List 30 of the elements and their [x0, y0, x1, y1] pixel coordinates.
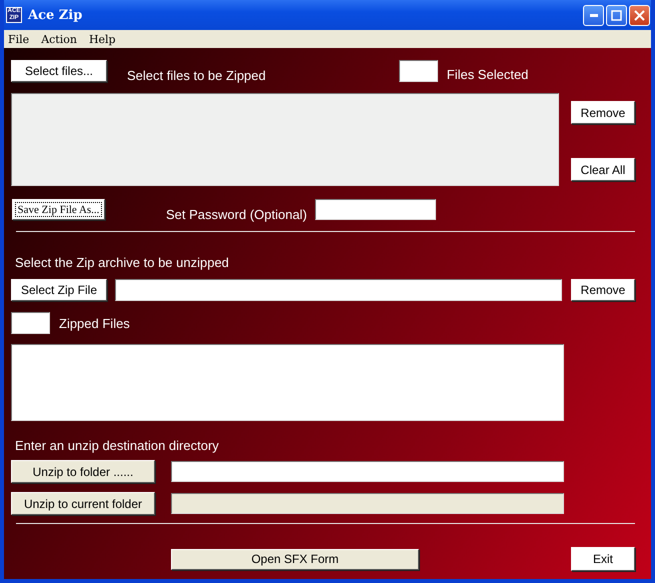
minimize-icon [590, 14, 598, 16]
maximize-icon [611, 10, 622, 20]
menu-item[interactable]: Help [88, 32, 116, 46]
exit-button[interactable]: Exit [571, 547, 635, 571]
zip-caption: Select files to be Zipped [127, 68, 266, 83]
zip-path-field[interactable] [115, 279, 562, 301]
password-field[interactable] [314, 199, 436, 220]
save-zip-button[interactable]: Save Zip File As... [12, 199, 105, 220]
select-zip-button[interactable]: Select Zip File [11, 279, 107, 301]
unzip-button[interactable]: Unzip to folder ...... [11, 460, 155, 483]
zipped-count-display [11, 312, 50, 334]
files-count-display [398, 60, 438, 82]
clear-all-button[interactable]: Clear All [571, 158, 635, 181]
destination-field[interactable] [171, 461, 564, 482]
files-selected-label: Files Selected [446, 67, 528, 82]
unzip-caption: Select the Zip archive to be unzipped [15, 255, 229, 270]
close-button[interactable] [629, 4, 650, 26]
close-icon [634, 10, 645, 20]
select-files-button[interactable]: Select files... [11, 60, 107, 82]
menu-item[interactable]: Action [41, 32, 77, 46]
remove-button[interactable]: Remove [571, 101, 635, 124]
password-label: Set Password (Optional) [166, 207, 307, 222]
remove-button[interactable]: Remove [571, 279, 635, 301]
minimize-button[interactable] [583, 4, 604, 26]
zipped-files-label: Zipped Files [59, 316, 130, 330]
window-title: Ace Zip [28, 8, 82, 22]
maximize-button[interactable] [606, 4, 627, 26]
open-sfx-button[interactable]: Open SFX Form [171, 548, 419, 570]
destination-caption: Enter an unzip destination directory [15, 438, 219, 453]
menu-item[interactable]: File [8, 32, 30, 46]
